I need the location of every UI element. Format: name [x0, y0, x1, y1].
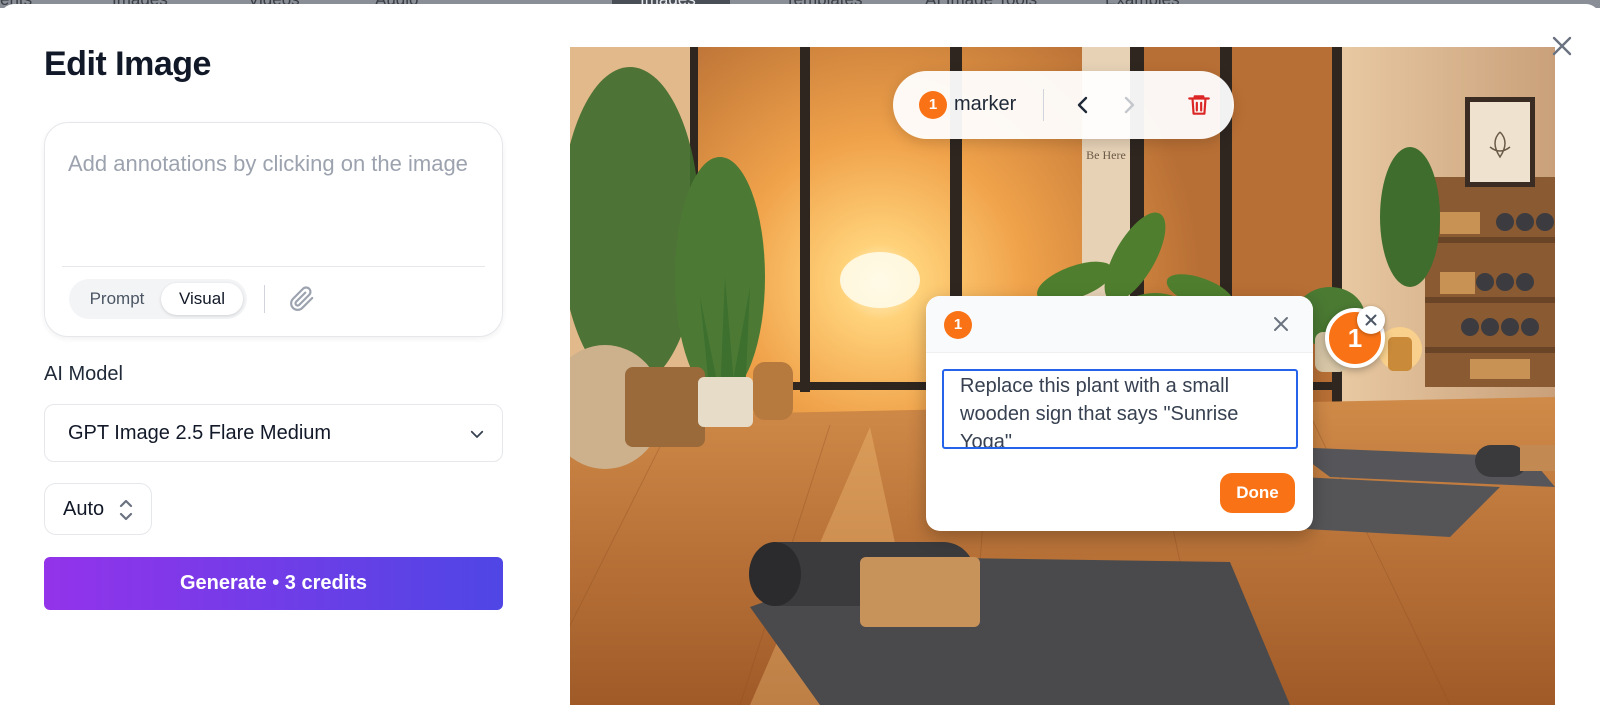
mode-visual-button[interactable]: Visual [161, 283, 243, 315]
close-icon[interactable] [1271, 314, 1291, 334]
annotation-index-badge: 1 [944, 311, 972, 339]
remove-pin-button[interactable] [1357, 306, 1385, 334]
prompt-placeholder[interactable]: Add annotations by clicking on the image [68, 147, 468, 181]
marker-toolbar: 1 marker [893, 71, 1234, 139]
marker-label: marker [954, 93, 1017, 115]
wall-sign-text: Be Here [1086, 148, 1126, 162]
prompt-box[interactable]: Add annotations by clicking on the image… [44, 122, 503, 337]
annotation-popup-header [926, 296, 1313, 353]
divider [1043, 89, 1044, 121]
ai-model-label: AI Model [44, 363, 123, 385]
mode-toggle: Prompt Visual [69, 279, 247, 319]
size-select[interactable]: Auto [44, 483, 152, 535]
ai-model-select[interactable]: GPT Image 2.5 Flare Medium [44, 404, 503, 462]
close-icon[interactable] [1542, 26, 1582, 66]
annotation-textarea[interactable]: Replace this plant with a small wooden s… [942, 369, 1298, 449]
chevron-right-icon[interactable] [1117, 93, 1141, 117]
size-select-value: Auto [63, 498, 105, 520]
chevron-left-icon[interactable] [1071, 93, 1095, 117]
paperclip-icon[interactable] [289, 286, 315, 312]
page-title: Edit Image [44, 45, 211, 83]
generate-button[interactable]: Generate • 3 credits [44, 557, 503, 610]
mode-prompt-button[interactable]: Prompt [73, 283, 161, 315]
annotation-popup: 1 Replace this plant with a small wooden… [926, 296, 1313, 531]
chevron-down-icon [470, 430, 484, 438]
marker-index-badge: 1 [919, 91, 947, 119]
ai-model-value: GPT Image 2.5 Flare Medium [68, 422, 332, 444]
divider [264, 285, 265, 313]
divider [62, 266, 485, 267]
trash-icon[interactable] [1186, 92, 1212, 118]
close-icon [1365, 314, 1377, 326]
done-button[interactable]: Done [1220, 473, 1295, 513]
chevron-updown-icon [119, 499, 133, 521]
